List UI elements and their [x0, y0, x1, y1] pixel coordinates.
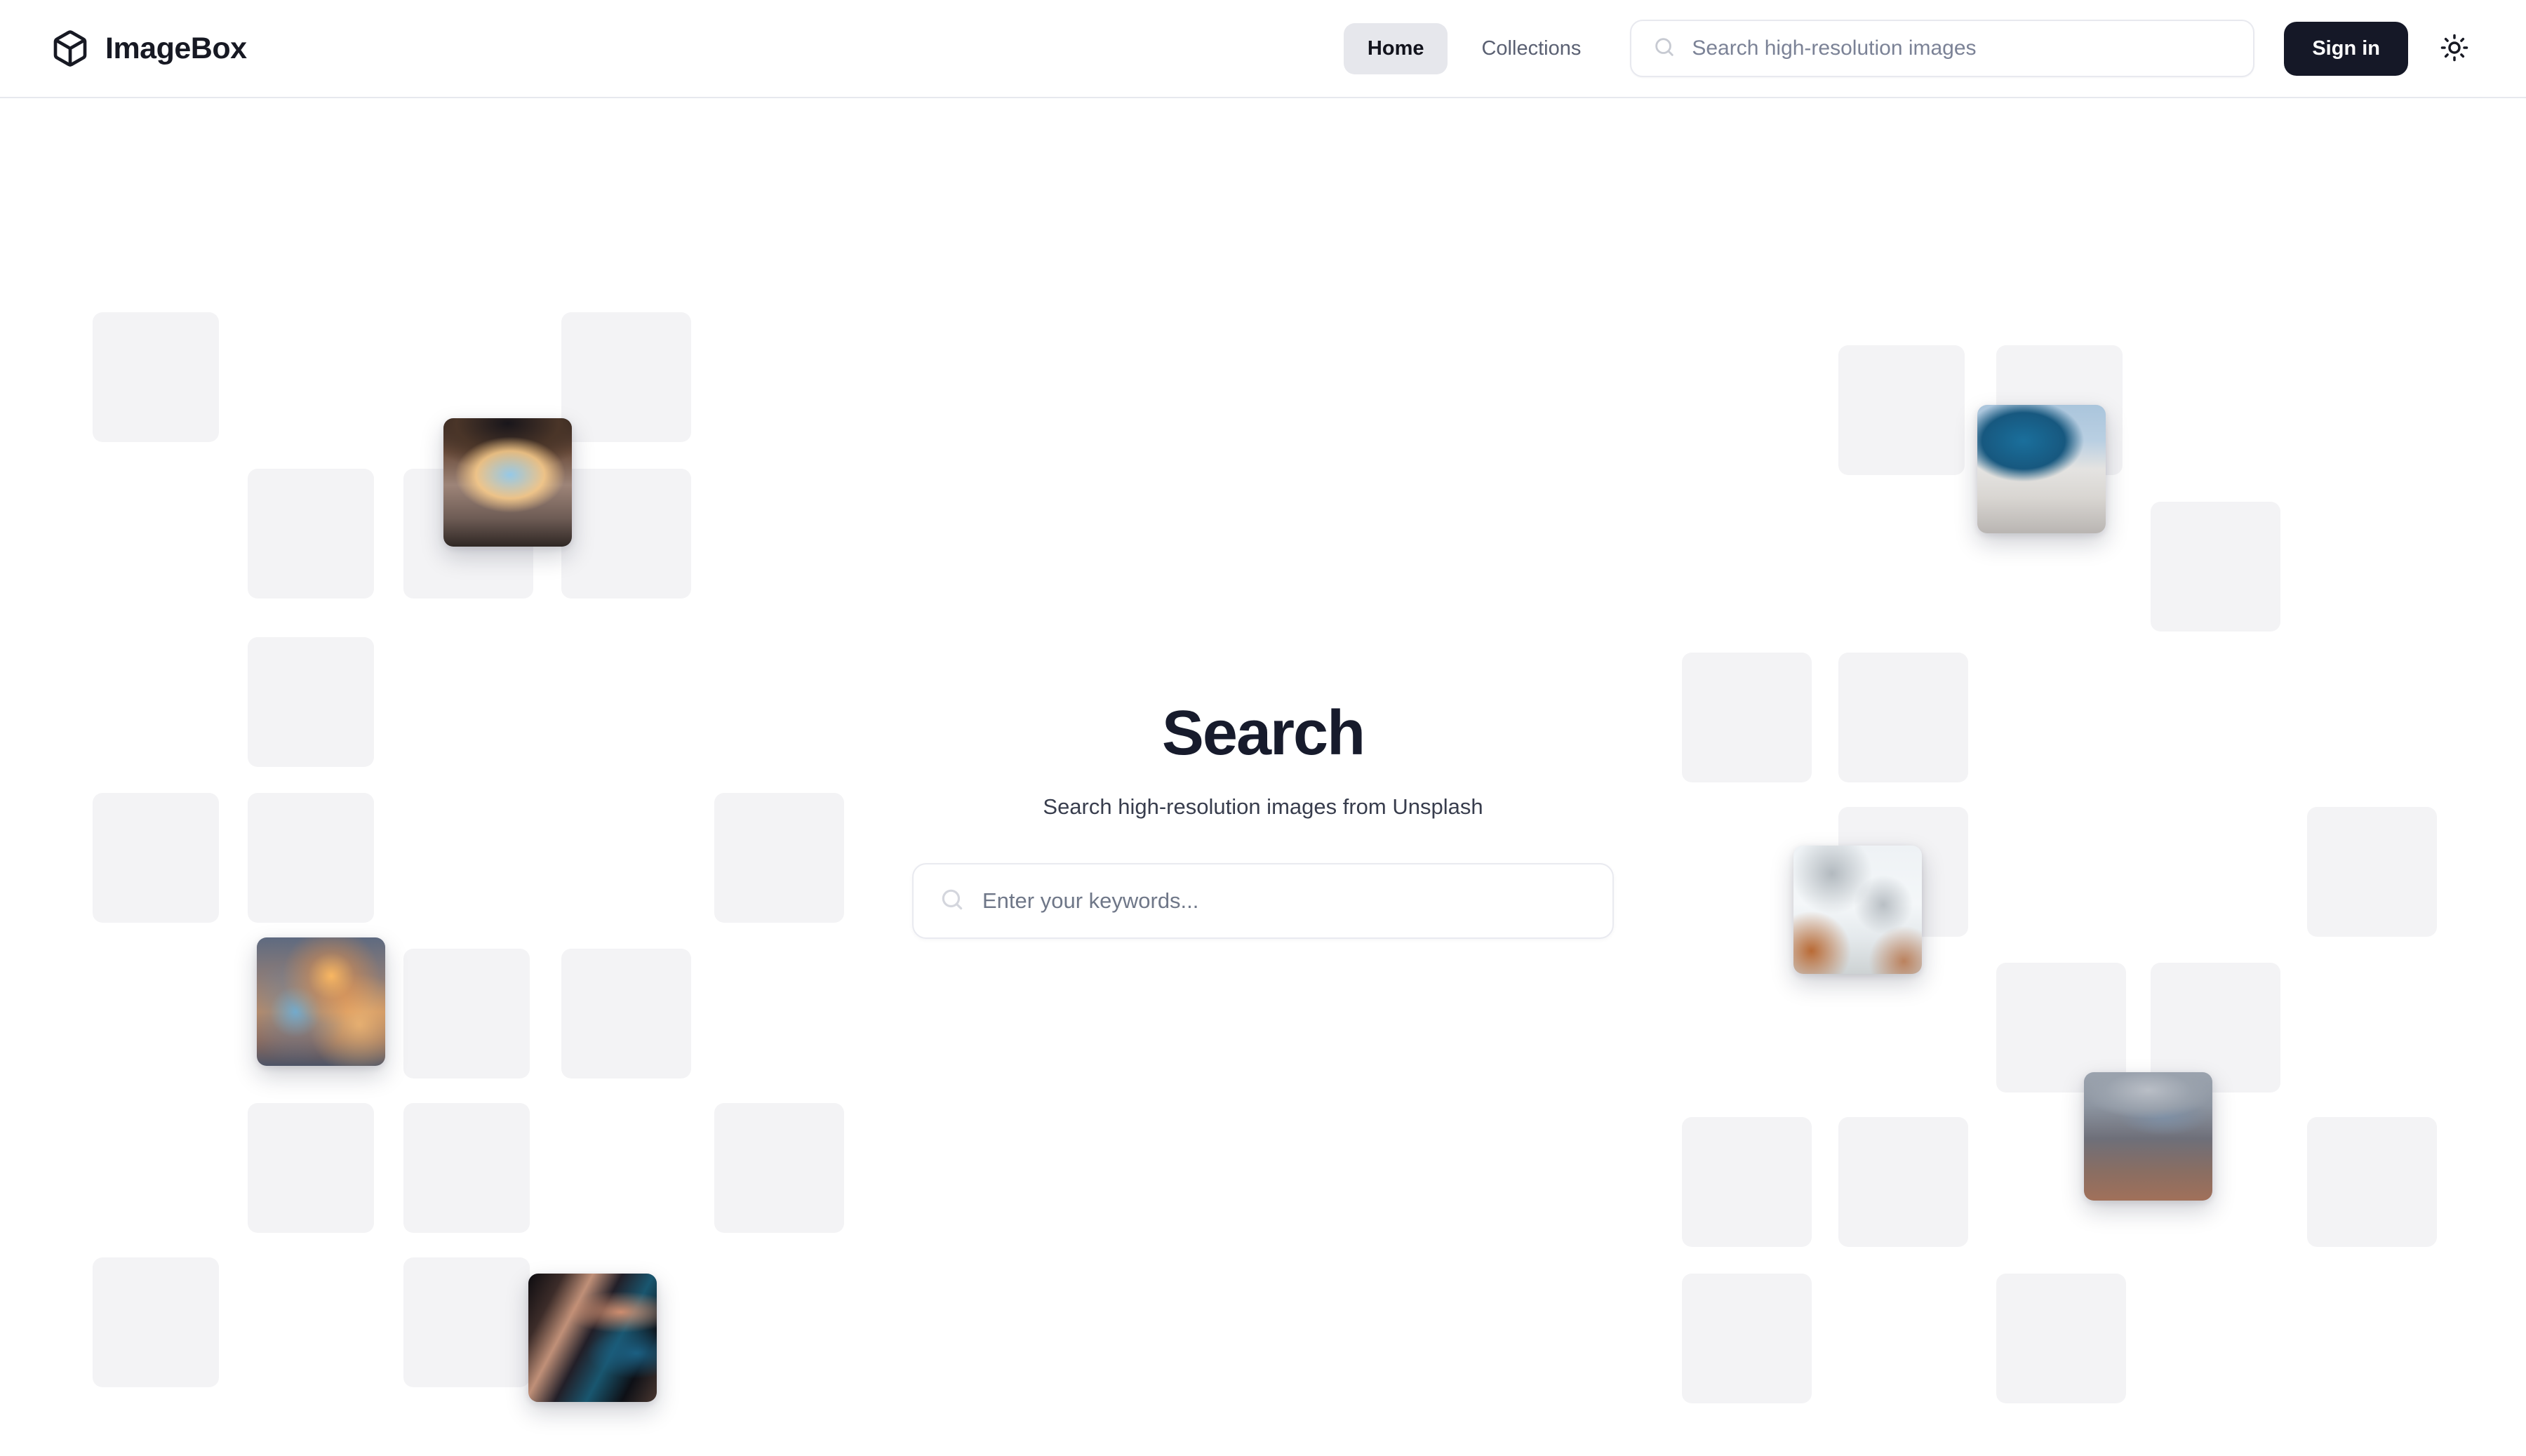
image-tile-placeholder: [248, 793, 374, 923]
image-tile-placeholder: [1838, 1117, 1968, 1247]
image-tile-placeholder: [248, 469, 374, 599]
box-icon: [51, 29, 90, 68]
image-tile-placeholder: [561, 312, 691, 442]
image-tile-placeholder: [93, 312, 219, 442]
hero-search-box[interactable]: [912, 863, 1614, 939]
image-tile-placeholder: [1682, 653, 1812, 782]
image-tile-photo[interactable]: [2084, 1072, 2212, 1201]
image-tile-placeholder: [403, 949, 530, 1078]
header-search-input[interactable]: [1692, 36, 2233, 60]
image-tile-placeholder: [248, 637, 374, 767]
image-tile-placeholder: [561, 949, 691, 1078]
image-tile-placeholder: [2151, 502, 2280, 632]
image-tile-placeholder: [2307, 807, 2437, 937]
image-tile-placeholder: [2307, 1117, 2437, 1247]
image-tile-placeholder: [1682, 1274, 1812, 1403]
search-icon: [939, 886, 965, 916]
search-icon: [1652, 35, 1676, 62]
theme-toggle-button[interactable]: [2433, 27, 2475, 69]
image-tile-placeholder: [714, 793, 844, 923]
primary-nav: Home Collections: [1343, 22, 1605, 74]
image-tile-photo[interactable]: [528, 1274, 657, 1402]
sun-icon: [2440, 33, 2469, 65]
image-tile-photo[interactable]: [1793, 846, 1922, 974]
brand-name: ImageBox: [105, 31, 247, 65]
image-tile-photo[interactable]: [257, 937, 385, 1066]
hero-search-input[interactable]: [982, 888, 1587, 914]
nav-item-collections[interactable]: Collections: [1457, 23, 1605, 74]
sign-in-button[interactable]: Sign in: [2284, 21, 2408, 76]
image-tile-placeholder: [1682, 1117, 1812, 1247]
image-tile-placeholder: [248, 1103, 374, 1233]
image-tile-placeholder: [403, 1257, 530, 1387]
image-tile-placeholder: [1838, 653, 1968, 782]
image-tile-photo[interactable]: [1977, 405, 2106, 533]
header-right-cluster: Home Collections Sign in: [1343, 20, 2475, 77]
image-tile-placeholder: [1838, 345, 1965, 475]
page-stage: Search Search high-resolution images fro…: [0, 98, 2526, 1456]
image-tile-placeholder: [93, 793, 219, 923]
hero-search-section: Search Search high-resolution images fro…: [912, 702, 1614, 939]
image-tile-placeholder: [403, 1103, 530, 1233]
image-tile-placeholder: [1996, 1274, 2126, 1403]
image-tile-photo[interactable]: [443, 418, 572, 547]
header-search-box[interactable]: [1630, 20, 2255, 77]
image-tile-placeholder: [714, 1103, 844, 1233]
nav-item-home[interactable]: Home: [1343, 22, 1448, 74]
page-title: Search: [1161, 698, 1365, 768]
app-header: ImageBox Home Collections Sign in: [0, 0, 2526, 98]
brand-logo[interactable]: ImageBox: [51, 29, 247, 68]
image-tile-placeholder: [561, 469, 691, 599]
hero-subtitle: Search high-resolution images from Unspl…: [1043, 794, 1483, 819]
image-tile-placeholder: [93, 1257, 219, 1387]
